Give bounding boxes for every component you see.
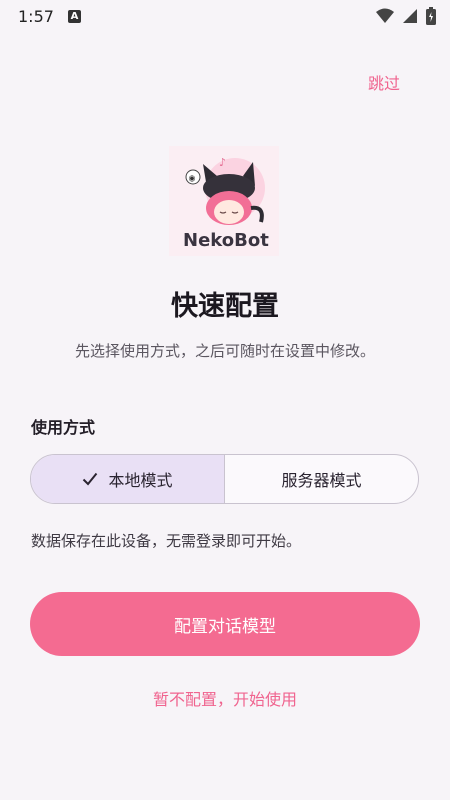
skip-config-button[interactable]: 暂不配置，开始使用 [0, 686, 450, 710]
usage-mode-label: 使用方式 [31, 418, 96, 437]
page-title: 快速配置 [171, 291, 279, 322]
mode-server-label: 服务器模式 [281, 471, 362, 490]
mode-server-option[interactable]: 服务器模式 [224, 455, 418, 503]
page-subtitle: 先选择使用方式，之后可随时在设置中修改。 [74, 342, 375, 360]
app-logo: ♪ ♪ ◉ NekoBot [169, 146, 279, 256]
status-time: 1:57 [18, 6, 54, 26]
status-bar: 1:57 A [0, 0, 450, 32]
wifi-icon [376, 8, 394, 23]
accessibility-a-icon: A [67, 9, 81, 23]
check-icon [83, 472, 98, 486]
mode-local-option[interactable]: 本地模式 [31, 455, 224, 503]
signal-icon [403, 9, 417, 23]
configure-model-button[interactable]: 配置对话模型 [30, 592, 420, 656]
skip-button[interactable]: 跳过 [368, 70, 400, 94]
usage-mode-selector: 本地模式 服务器模式 [30, 454, 419, 504]
svg-text:◉: ◉ [189, 174, 196, 183]
battery-icon [426, 7, 436, 25]
mode-local-label: 本地模式 [108, 471, 173, 490]
mode-description: 数据保存在此设备，无需登录即可开始。 [31, 532, 302, 550]
svg-text:♪: ♪ [219, 156, 226, 169]
logo-text: NekoBot [183, 230, 269, 251]
